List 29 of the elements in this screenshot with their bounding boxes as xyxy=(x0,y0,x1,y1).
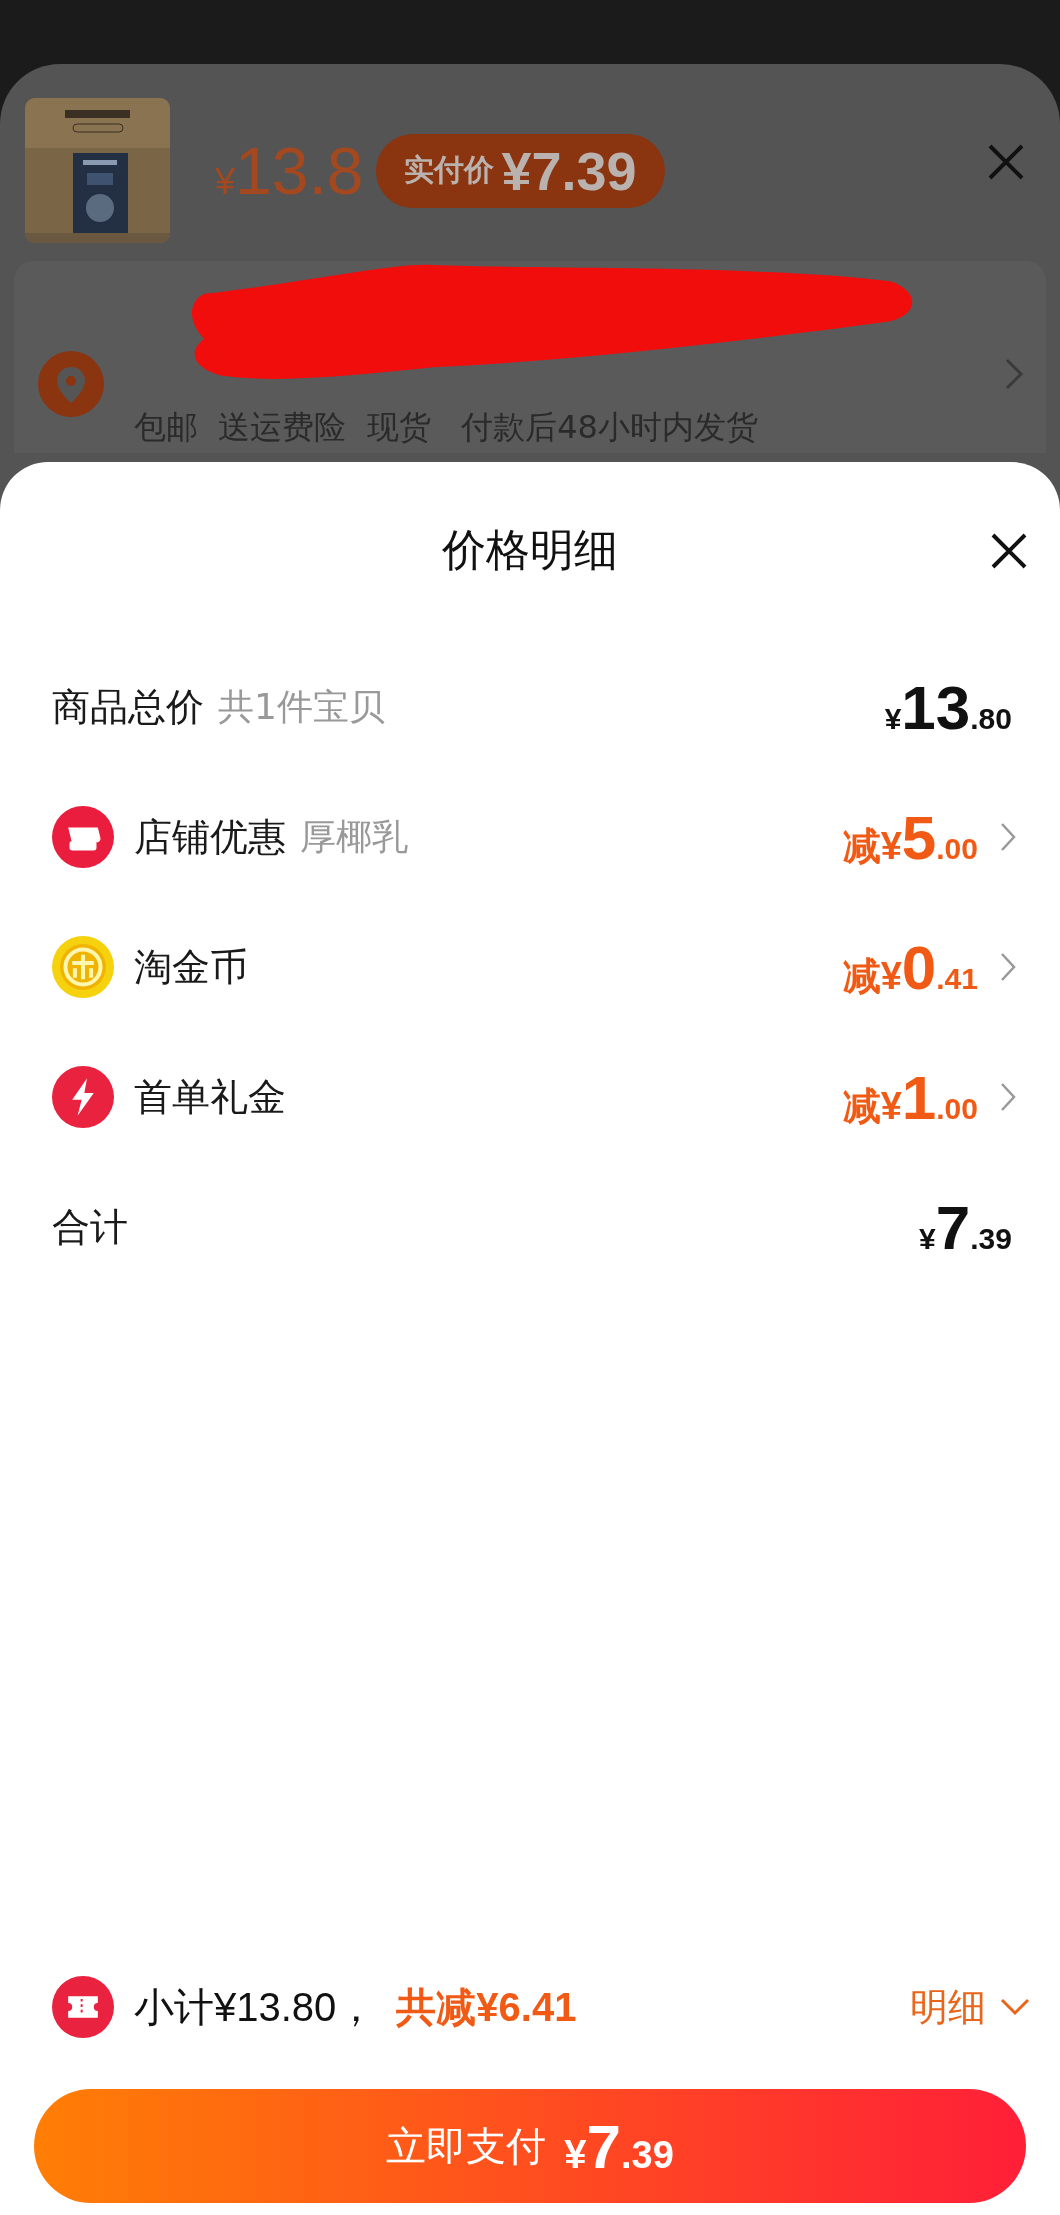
details-toggle[interactable]: 明细 xyxy=(910,1981,1030,2033)
product-price: ¥13.8 xyxy=(215,132,364,209)
lightning-icon xyxy=(52,1066,114,1128)
discount-amount: 减¥5.00 xyxy=(842,801,978,873)
pay-now-button[interactable]: 立即支付 ¥7.39 xyxy=(34,2089,1026,2203)
row-label: 首单礼金 xyxy=(134,1073,286,1121)
row-label: 商品总价 xyxy=(52,683,204,731)
shop-icon xyxy=(52,806,114,868)
close-icon[interactable] xyxy=(990,532,1028,570)
coin-icon xyxy=(52,936,114,998)
discount-amount: 减¥1.00 xyxy=(842,1061,978,1133)
location-pin-icon xyxy=(38,351,104,417)
row-label: 淘金币 xyxy=(134,943,248,991)
row-label: 店铺优惠 xyxy=(134,813,286,861)
discount-amount: 减¥0.41 xyxy=(842,931,978,1003)
chevron-right-icon xyxy=(1004,357,1024,391)
sheet-title: 价格明细 xyxy=(442,522,618,577)
total-saving: 共减¥6.41 xyxy=(396,1983,577,2031)
row-note: 厚椰乳 xyxy=(300,814,408,859)
price-amount: ¥7.39 xyxy=(919,1191,1012,1263)
row-label: 合计 xyxy=(52,1203,128,1251)
chevron-right-icon xyxy=(1000,952,1016,982)
chevron-down-icon xyxy=(1000,1998,1030,2016)
subtotal-text: 小计¥13.80， xyxy=(134,1983,377,2031)
chevron-right-icon xyxy=(1000,822,1016,852)
row-note: 共1件宝贝 xyxy=(218,684,385,729)
chevron-right-icon xyxy=(1000,1082,1016,1112)
ticket-icon xyxy=(52,1976,114,2038)
price-amount: ¥13.80 xyxy=(884,671,1012,743)
